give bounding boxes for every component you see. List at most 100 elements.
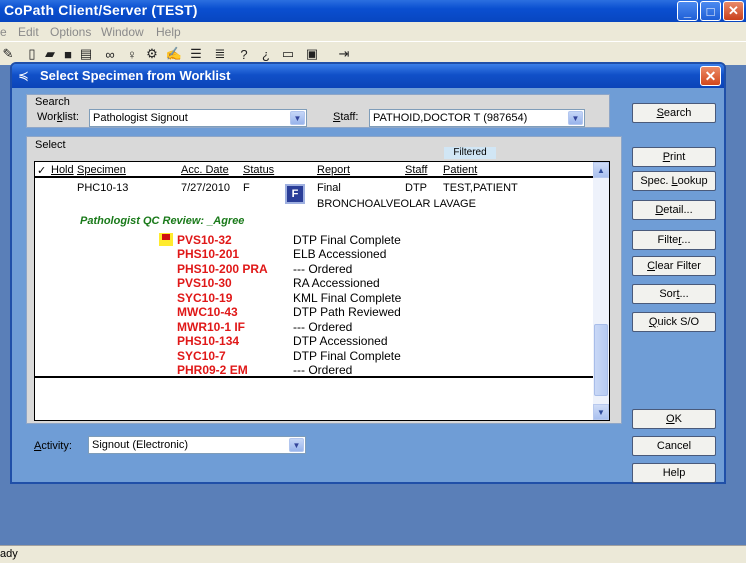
scroll-down-button[interactable]: ▼: [593, 404, 609, 420]
activity-combo[interactable]: Signout (Electronic) ▼: [88, 436, 306, 454]
col-hold[interactable]: Hold: [51, 164, 74, 176]
users-icon[interactable]: ♀: [124, 46, 140, 62]
related-status: --- Ordered: [293, 363, 353, 377]
row-staff: DTP: [405, 182, 427, 194]
related-status: RA Accessioned: [293, 276, 380, 290]
col-acc-date[interactable]: Acc. Date: [181, 164, 229, 176]
row-specimen: PHC10-13: [77, 182, 129, 194]
vertical-scrollbar[interactable]: ▲ ▼: [593, 162, 609, 420]
list-item[interactable]: PHS10-201 ELB Accessioned: [35, 247, 595, 261]
filtered-indicator: Filtered: [444, 147, 496, 159]
dialog-title: Select Specimen from Worklist: [40, 68, 231, 83]
list-item[interactable]: PHS10-134 DTP Accessioned: [35, 334, 595, 348]
filter-button[interactable]: Filter...: [632, 230, 716, 250]
dialog-close-button[interactable]: ✕: [700, 66, 721, 86]
related-accession: MWR10-1 IF: [177, 320, 246, 334]
col-status[interactable]: Status: [243, 164, 274, 176]
folder-icon[interactable]: ▰: [42, 46, 58, 62]
menu-help[interactable]: Help: [156, 25, 181, 39]
binoculars-icon[interactable]: ∞: [102, 46, 118, 62]
related-status: --- Ordered: [293, 262, 353, 276]
maximize-button[interactable]: □: [700, 1, 721, 21]
activity-value: Signout (Electronic): [92, 439, 188, 451]
open-icon[interactable]: ✎: [0, 46, 16, 62]
list-item[interactable]: PHR09-2 EM --- Ordered: [35, 363, 595, 377]
chevron-down-icon[interactable]: ▼: [568, 111, 583, 125]
exit-icon[interactable]: ⇥: [336, 46, 352, 62]
app-close-button[interactable]: ✕: [723, 1, 744, 21]
minimize-button[interactable]: _: [677, 1, 698, 21]
menu-file[interactable]: e: [0, 25, 7, 39]
final-report-icon[interactable]: F: [285, 184, 305, 204]
menu-window[interactable]: Window: [101, 25, 144, 39]
status-text: ady: [0, 548, 18, 560]
print-button[interactable]: Print: [632, 147, 716, 167]
row-status: F: [243, 182, 250, 194]
list-item[interactable]: MWC10-43 DTP Path Reviewed: [35, 305, 595, 319]
clear-filter-button[interactable]: Clear Filter: [632, 256, 716, 276]
help-icon[interactable]: ?: [236, 46, 252, 62]
spec-lookup-button[interactable]: Spec. Lookup: [632, 171, 716, 191]
chevron-down-icon[interactable]: ▼: [289, 438, 304, 452]
dialog-app-icon: ≼: [18, 68, 29, 83]
sort-button[interactable]: Sort...: [632, 284, 716, 304]
related-status: DTP Path Reviewed: [293, 305, 401, 319]
staff-label: Staff:: [333, 111, 359, 123]
help-button[interactable]: Help: [632, 463, 716, 483]
list2-icon[interactable]: ≣: [212, 46, 228, 62]
row-acc-date: 7/27/2010: [181, 182, 230, 194]
quick-so-button[interactable]: Quick S/O: [632, 312, 716, 332]
dialog-title-bar: ≼ Select Specimen from Worklist ✕: [12, 64, 724, 88]
worklist-combo[interactable]: Pathologist Signout ▼: [89, 109, 307, 127]
search-group-label: Search: [35, 96, 70, 108]
app-title-bar: CoPath Client/Server (TEST) _ □ ✕: [0, 0, 746, 22]
related-status: KML Final Complete: [293, 291, 402, 305]
related-status: DTP Final Complete: [293, 349, 401, 363]
related-accession: PVS10-30: [177, 276, 232, 290]
edit-icon[interactable]: ✍: [166, 46, 182, 62]
cancel-button[interactable]: Cancel: [632, 436, 716, 456]
document-icon[interactable]: ▭: [280, 46, 296, 62]
specimen-list[interactable]: ✓ Hold Specimen Acc. Date Status Report …: [34, 161, 610, 421]
menu-options[interactable]: Options: [50, 25, 91, 39]
menu-bar: e Edit Options Window Help: [0, 22, 746, 41]
related-accession: SYC10-7: [177, 349, 226, 363]
new-icon[interactable]: ▯: [24, 46, 40, 62]
save-icon[interactable]: ■: [60, 46, 76, 62]
chevron-down-icon[interactable]: ▼: [290, 111, 305, 125]
list-item[interactable]: PHS10-200 PRA --- Ordered: [35, 262, 595, 276]
row-patient: TEST,PATIENT: [443, 182, 518, 194]
context-help-icon[interactable]: ¿: [258, 46, 274, 62]
list-item[interactable]: SYC10-7 DTP Final Complete: [35, 349, 595, 363]
col-check[interactable]: ✓: [37, 164, 46, 177]
list-item[interactable]: PVS10-30 RA Accessioned: [35, 276, 595, 290]
row-description: BRONCHOALVEOLAR LAVAGE: [317, 198, 476, 210]
col-specimen[interactable]: Specimen: [77, 164, 126, 176]
col-report[interactable]: Report: [317, 164, 350, 176]
detail-button[interactable]: Detail...: [632, 200, 716, 220]
worklist-label: Worklist:: [37, 111, 79, 123]
bookmark-icon[interactable]: ▣: [304, 46, 320, 62]
list-item[interactable]: SYC10-19 KML Final Complete: [35, 291, 595, 305]
related-accession: PHS10-200 PRA: [177, 262, 268, 276]
list-icon[interactable]: ☰: [188, 46, 204, 62]
ok-button[interactable]: OK: [632, 409, 716, 429]
list-item[interactable]: PVS10-32 DTP Final Complete: [35, 233, 595, 247]
related-accession: PVS10-32: [177, 233, 232, 247]
related-status: --- Ordered: [293, 320, 353, 334]
col-staff[interactable]: Staff: [405, 164, 427, 176]
col-patient[interactable]: Patient: [443, 164, 477, 176]
related-accession: MWC10-43: [177, 305, 238, 319]
list-item[interactable]: MWR10-1 IF --- Ordered: [35, 320, 595, 334]
tools-icon[interactable]: ⚙: [144, 46, 160, 62]
list-divider: [35, 376, 595, 378]
menu-edit[interactable]: Edit: [18, 25, 39, 39]
print-icon[interactable]: ▤: [78, 46, 94, 62]
status-bar: ady: [0, 545, 746, 563]
scroll-up-button[interactable]: ▲: [593, 162, 609, 178]
search-button[interactable]: Search: [632, 103, 716, 123]
activity-label: Activity:: [34, 440, 72, 452]
staff-value: PATHOID,DOCTOR T (987654): [373, 112, 528, 124]
scroll-thumb[interactable]: [594, 324, 608, 396]
staff-combo[interactable]: PATHOID,DOCTOR T (987654) ▼: [369, 109, 585, 127]
